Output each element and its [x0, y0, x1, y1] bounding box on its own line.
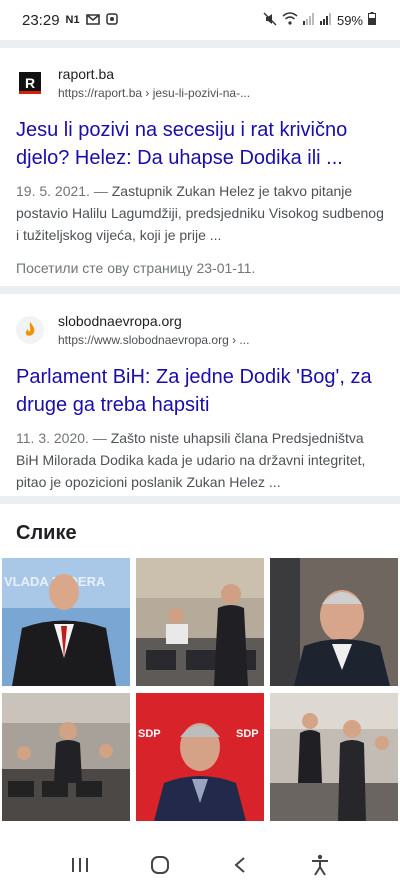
result-date: 19. 5. 2021. —	[16, 183, 108, 199]
site-url: https://www.slobodnaevropa.org › ...	[58, 333, 250, 347]
raport-logo-letter: R	[25, 75, 35, 91]
battery-text: 59%	[336, 12, 363, 28]
result-snippet: 19. 5. 2021. — Zastupnik Zukan Helez je …	[16, 180, 384, 246]
separator	[0, 286, 400, 294]
image-thumbnail[interactable]: VLADA FEDERA	[2, 558, 130, 686]
photo-icon	[105, 12, 118, 28]
result-title-link[interactable]: Parlament BiH: Za jedne Dodik 'Bog', za …	[16, 363, 384, 419]
image-thumbnail[interactable]	[136, 558, 264, 686]
n1-icon: N1	[65, 14, 80, 26]
site-name: raport.ba	[58, 66, 115, 82]
site-url: https://raport.ba › jesu-li-pozivi-na-..…	[58, 86, 251, 100]
thumb-text: SDP	[236, 728, 259, 740]
thumb-text: SDP	[138, 728, 161, 740]
separator	[0, 496, 400, 504]
accessibility-icon[interactable]	[300, 845, 340, 885]
navigation-bar	[0, 840, 400, 889]
images-heading: Слике	[16, 522, 77, 544]
visited-note: Посетили сте ову страницу 23-01-11.	[16, 260, 256, 276]
result-date: 11. 3. 2020. —	[16, 430, 107, 446]
signal-icon	[302, 12, 315, 28]
image-thumbnail[interactable]	[270, 558, 398, 686]
site-name: slobodnaevropa.org	[58, 313, 182, 329]
site-info[interactable]: R raport.ba https://raport.ba › jesu-li-…	[16, 64, 384, 102]
wifi-icon	[282, 12, 298, 28]
image-thumbnail[interactable]: SDP SDP	[136, 693, 264, 821]
battery-icon	[368, 12, 376, 28]
mute-icon	[263, 12, 277, 29]
separator	[0, 40, 400, 48]
raport-favicon: R	[16, 69, 44, 97]
status-time: 23:29	[22, 11, 60, 29]
status-bar: 23:29 N1 59%	[0, 0, 400, 40]
result-snippet: 11. 3. 2020. — Zašto niste uhapsili član…	[16, 427, 384, 493]
result-title-link[interactable]: Jesu li pozivi na secesiju i rat krivičn…	[16, 116, 384, 172]
rfe-flame-icon	[16, 316, 44, 344]
home-icon[interactable]	[140, 845, 180, 885]
search-result: slobodnaevropa.org https://www.slobodnae…	[0, 311, 400, 493]
image-thumbnail[interactable]	[2, 693, 130, 821]
signal-icon	[319, 12, 332, 28]
back-icon[interactable]	[220, 845, 260, 885]
site-info[interactable]: slobodnaevropa.org https://www.slobodnae…	[16, 311, 384, 349]
image-thumbnail[interactable]	[270, 693, 398, 821]
search-result: R raport.ba https://raport.ba › jesu-li-…	[0, 64, 400, 278]
recents-icon[interactable]	[60, 845, 100, 885]
gmail-icon	[85, 12, 100, 28]
